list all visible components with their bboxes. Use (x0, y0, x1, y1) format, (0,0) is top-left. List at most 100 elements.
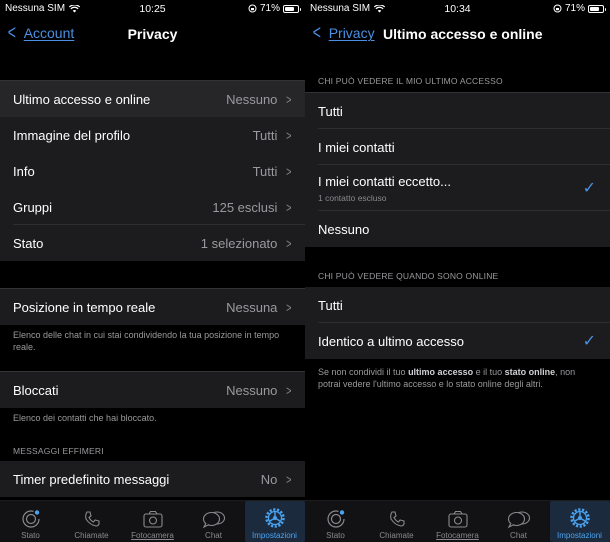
option-miei-contatti[interactable]: I miei contatti (305, 129, 610, 165)
tab-label: Impostazioni (252, 531, 297, 540)
camera-icon (447, 510, 468, 528)
chat-icon (507, 511, 530, 529)
live-location-group: Posizione in tempo reale Nessuna > (0, 288, 305, 325)
row-last-seen[interactable]: Ultimo accesso e online Nessuno > (0, 81, 305, 117)
option-nessuno[interactable]: Nessuno (305, 211, 610, 247)
online-options: Tutti Identico a ultimo accesso ✓ (305, 287, 610, 359)
blocked-group: Bloccati Nessuno > (0, 371, 305, 408)
privacy-settings-group: Ultimo accesso e online Nessuno > Immagine… (0, 80, 305, 261)
row-status[interactable]: Stato 1 selezionato > (0, 225, 305, 261)
phone-icon (389, 511, 405, 527)
tab-stato[interactable]: Stato (306, 501, 366, 542)
option-tutti[interactable]: Tutti (305, 93, 610, 129)
row-label: Info (13, 163, 35, 179)
phone-icon (84, 511, 100, 527)
checkmark-icon: ✓ (582, 333, 596, 350)
tab-fotocamera[interactable]: Fotocamera (123, 501, 183, 542)
row-label: Posizione in tempo reale (13, 299, 156, 315)
ephemeral-header: MESSAGGI EFFIMERI (13, 446, 104, 456)
tab-label: Fotocamera (131, 531, 174, 540)
option-label: Nessuno (318, 221, 370, 237)
tab-bar: Stato Chiamate Fotocamera Chat Impostazi… (0, 500, 305, 542)
tab-label: Chiamate (379, 531, 414, 540)
chevron-right-icon: > (286, 299, 292, 315)
chevron-right-icon: > (286, 91, 292, 107)
tab-label: Chiamate (74, 531, 109, 540)
row-label: Timer predefinito messaggi (13, 471, 170, 487)
option-sublabel: 1 contatto escluso (318, 192, 387, 203)
option-identico[interactable]: Identico a ultimo accesso ✓ (305, 323, 610, 359)
status-bar: Nessuna SIM 10:34 71% (305, 0, 610, 18)
page-title: Privacy (127, 26, 178, 42)
row-default-timer[interactable]: Timer predefinito messaggi No > (0, 461, 305, 497)
option-tutti[interactable]: Tutti (305, 287, 610, 323)
last-seen-options: Tutti I miei contatti I miei contatti ec… (305, 92, 610, 247)
tab-label: Chat (510, 531, 527, 540)
row-label: Immagine del profilo (13, 127, 131, 143)
online-footnote: Se non condividi il tuo ultimo accesso e… (318, 367, 576, 389)
battery-icon (588, 4, 606, 13)
tab-label: Stato (21, 531, 40, 540)
row-label: Stato (13, 235, 44, 251)
row-profile-photo[interactable]: Immagine del profilo Tutti > (0, 117, 305, 153)
row-live-location[interactable]: Posizione in tempo reale Nessuna > (0, 289, 305, 325)
row-groups[interactable]: Gruppi 125 esclusi > (0, 189, 305, 225)
tab-chat[interactable]: Chat (489, 501, 549, 542)
row-value: Tutti (252, 127, 278, 143)
status-bar: Nessuna SIM 10:25 71% (0, 0, 305, 18)
tab-stato[interactable]: Stato (1, 501, 61, 542)
chat-icon (202, 511, 225, 529)
battery-icon (283, 4, 301, 13)
orientation-lock-icon (553, 4, 562, 13)
row-blocked[interactable]: Bloccati Nessuno > (0, 372, 305, 408)
settings-icon (264, 508, 285, 528)
back-label: Privacy (328, 25, 375, 41)
option-label: I miei contatti (318, 139, 395, 155)
nav-bar: < Privacy Ultimo accesso e online (305, 18, 610, 50)
tab-label: Fotocamera (436, 531, 479, 540)
chevron-right-icon: > (286, 199, 292, 215)
chevron-right-icon: > (286, 127, 292, 143)
tab-fotocamera[interactable]: Fotocamera (428, 501, 488, 542)
battery-percent: 71% (259, 3, 280, 14)
option-label: I miei contatti eccetto... (318, 173, 451, 189)
orientation-lock-icon (248, 4, 257, 13)
battery-percent: 71% (564, 3, 585, 14)
tab-chiamate[interactable]: Chiamate (367, 501, 427, 542)
status-icon (326, 510, 345, 528)
row-label: Ultimo accesso e online (13, 91, 151, 107)
online-header: CHI PUÒ VEDERE QUANDO SONO ONLINE (318, 271, 499, 281)
tab-impostazioni[interactable]: Impostazioni (244, 501, 305, 542)
row-value: 1 selezionato (200, 235, 278, 251)
row-value: Tutti (252, 163, 278, 179)
tab-impostazioni[interactable]: Impostazioni (549, 501, 610, 542)
live-location-footnote: Elenco delle chat in cui stai condividen… (13, 330, 280, 352)
chevron-left-icon: < (312, 22, 321, 44)
row-value: 125 esclusi (212, 199, 278, 215)
row-info[interactable]: Info Tutti > (0, 153, 305, 189)
checkmark-icon: ✓ (582, 180, 596, 197)
last-seen-screen: Nessuna SIM 10:34 71% < Privacy Ultimo ac… (305, 0, 610, 542)
tab-chiamate[interactable]: Chiamate (62, 501, 122, 542)
chevron-right-icon: > (286, 163, 292, 179)
row-value: Nessuna (226, 299, 278, 315)
last-seen-header: CHI PUÒ VEDERE IL MIO ULTIMO ACCESSO (318, 76, 503, 86)
privacy-screen: Nessuna SIM 10:25 71% < Account Privacy U… (0, 0, 305, 542)
blocked-footnote: Elenco dei contatti che hai bloccato. (13, 413, 157, 423)
back-button[interactable]: < Privacy (311, 22, 375, 44)
tab-chat[interactable]: Chat (184, 501, 244, 542)
tab-bar: Stato Chiamate Fotocamera Chat Impostazi… (305, 500, 610, 542)
tab-label: Chat (205, 531, 222, 540)
option-label: Tutti (318, 297, 343, 313)
option-label: Tutti (318, 103, 343, 119)
tab-label: Stato (326, 531, 345, 540)
row-value: Nessuno (226, 91, 278, 107)
ephemeral-group: Timer predefinito messaggi No > (0, 461, 305, 497)
chevron-right-icon: > (286, 471, 292, 487)
chevron-right-icon: > (286, 235, 292, 251)
chevron-right-icon: > (286, 382, 292, 398)
settings-icon (569, 508, 590, 528)
option-miei-contatti-eccetto[interactable]: I miei contatti eccetto... 1 contatto esc… (305, 165, 610, 211)
option-label: Identico a ultimo accesso (318, 333, 464, 349)
tab-label: Impostazioni (557, 531, 602, 540)
